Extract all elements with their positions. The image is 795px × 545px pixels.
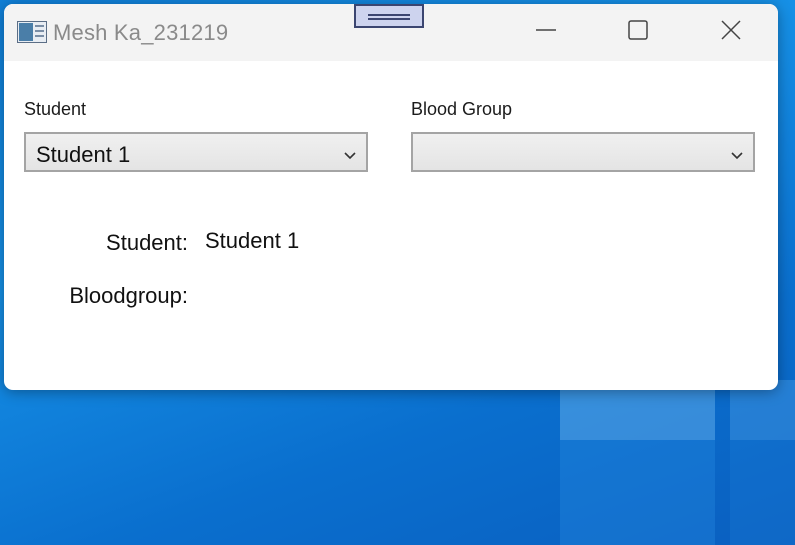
grip-line [368, 18, 410, 20]
grip-line [368, 14, 410, 16]
student-combo-label: Student [24, 99, 87, 119]
desktop-wallpaper-pane [730, 440, 795, 545]
maximize-icon [628, 20, 648, 45]
student-combobox-value: Student 1 [36, 142, 131, 167]
chevron-down-icon [731, 147, 743, 160]
app-window: Mesh Ka_231219 Student Student 1 Blood G… [4, 4, 778, 390]
bloodgroup-combobox[interactable] [411, 132, 755, 172]
student-detail-value: Student 1 [205, 228, 300, 253]
bloodgroup-combo-label: Blood Group [411, 99, 513, 119]
desktop-wallpaper-pane [560, 440, 715, 545]
maximize-button[interactable] [608, 4, 668, 61]
student-combobox[interactable]: Student 1 [24, 132, 368, 172]
window-title: Mesh Ka_231219 [53, 20, 229, 45]
student-detail-label: Student: [106, 230, 188, 255]
bloodgroup-detail-label: Bloodgroup: [69, 283, 188, 308]
chevron-down-icon [344, 147, 356, 160]
minimize-icon [536, 20, 556, 45]
app-window-icon[interactable] [17, 21, 47, 43]
window-content: Student Student 1 Blood Group Student: S… [4, 61, 778, 390]
close-icon [721, 20, 741, 45]
minimize-button[interactable] [516, 4, 576, 61]
drag-handle[interactable] [354, 4, 424, 28]
close-button[interactable] [701, 4, 761, 61]
